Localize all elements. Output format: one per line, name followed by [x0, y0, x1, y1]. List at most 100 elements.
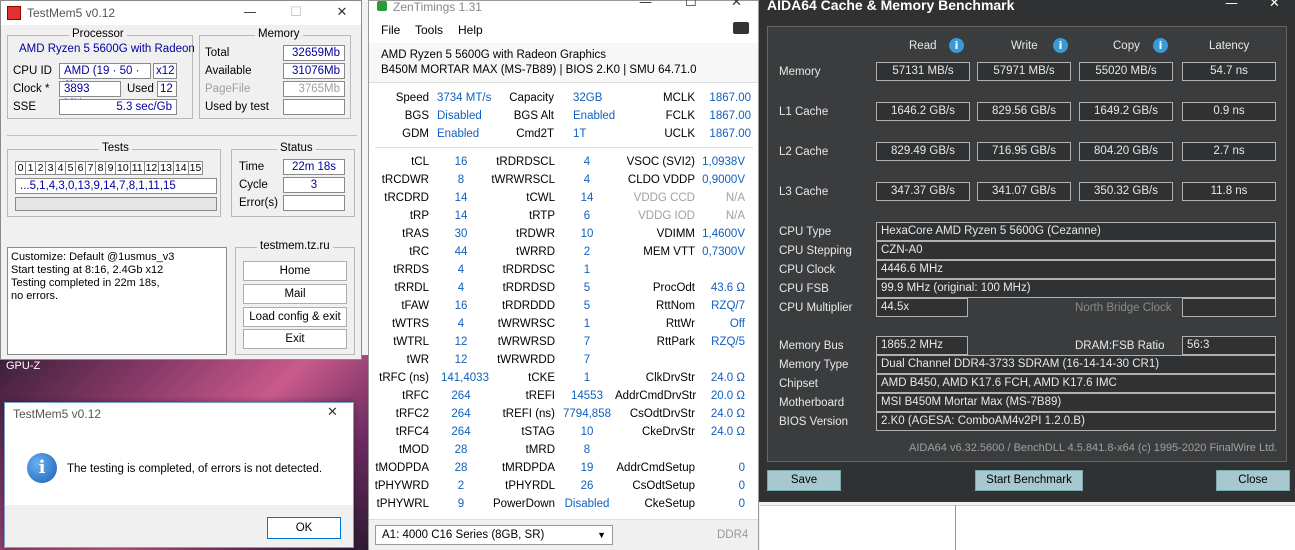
- zt-timing-value: 12: [454, 354, 468, 366]
- maximize-button[interactable]: ☐: [273, 1, 319, 25]
- tests-group-label: Tests: [99, 142, 132, 154]
- log-textbox[interactable]: Customize: Default @1usmus_v3 Start test…: [7, 247, 227, 355]
- zt-close-button[interactable]: ✕: [731, 0, 742, 10]
- zt-timing-value: 10: [580, 228, 594, 240]
- menu-tools[interactable]: Tools: [415, 23, 443, 37]
- dram-ratio-label: DRAM:FSB Ratio: [1075, 340, 1165, 352]
- zt-timing-label: tRCDRD: [384, 192, 429, 204]
- zt-timing-label: tRRDL: [394, 282, 429, 294]
- zt-top-value: Enabled: [573, 110, 616, 122]
- load-config-button[interactable]: Load config & exit: [243, 307, 347, 327]
- zt-top-label: Speed: [395, 92, 429, 104]
- close-button[interactable]: ✕: [319, 1, 365, 25]
- home-button[interactable]: Home: [243, 261, 347, 281]
- bench-cell: 829.49 GB/s: [876, 142, 970, 161]
- log-line: Testing completed in 22m 18s,: [11, 277, 160, 289]
- zt-timing-label: tMRD: [525, 444, 555, 456]
- minimize-button[interactable]: —: [227, 1, 273, 25]
- zt-top-value: 32GB: [573, 92, 603, 104]
- bench-cell: 350.32 GB/s: [1079, 182, 1173, 201]
- zt-timing-value: 4: [457, 264, 465, 276]
- zt-timing-value: 14: [454, 192, 468, 204]
- zt-top-label: BGS Alt: [513, 110, 554, 122]
- bench-cell: 341.07 GB/s: [977, 182, 1071, 201]
- mobo-label: Motherboard: [779, 397, 845, 409]
- zt-timing-label: tRDRDSC: [502, 264, 555, 276]
- zt-top-value: Disabled: [437, 110, 482, 122]
- available-label: Available: [205, 65, 252, 77]
- zt-timing-value: 9: [457, 498, 465, 510]
- dimm-select-value: A1: 4000 C16 Series (8GB, SR): [382, 529, 545, 541]
- zt-timing-label: tREFI: [525, 390, 555, 402]
- col-write-header: Write: [1011, 40, 1038, 52]
- dialog-close-button[interactable]: ✕: [327, 405, 338, 420]
- zt-timing-value: 24.0 Ω: [710, 408, 745, 420]
- used-value: 12: [157, 81, 177, 97]
- zt-titlebar[interactable]: ZenTimings 1.31: [369, 1, 758, 15]
- test-number-strip: 0 1 2 3 4 5 6 7 8 9 10 11 12 13 14 15: [15, 161, 204, 175]
- aida-minimize-button[interactable]: —: [1225, 0, 1238, 11]
- zentimings-window: ZenTimings 1.31 — ☐ ✕ File Tools Help AM…: [368, 0, 759, 550]
- info-icon: i: [27, 453, 57, 483]
- dialog-titlebar[interactable]: TestMem5 v0.12: [5, 403, 353, 425]
- zt-timing-value: 12: [454, 336, 468, 348]
- testmem-window: TestMem5 v0.12 — ☐ ✕ Processor AMD Ryzen…: [0, 0, 362, 360]
- cpu-mult-value: 44.5x: [876, 298, 968, 317]
- cpuid-value: AMD (19 · 50 · 0): [59, 63, 151, 92]
- zt-minimize-button[interactable]: —: [639, 0, 652, 10]
- zt-timing-label: tWTRL: [393, 336, 429, 348]
- dimm-select[interactable]: A1: 4000 C16 Series (8GB, SR) ▼: [375, 525, 613, 545]
- read-info-icon[interactable]: i: [949, 38, 964, 53]
- aida-close-button[interactable]: ✕: [1269, 0, 1280, 11]
- test-number: 14: [172, 161, 189, 175]
- zt-timing-value: 16: [454, 156, 468, 168]
- close-button[interactable]: Close: [1216, 470, 1290, 491]
- start-benchmark-button[interactable]: Start Benchmark: [975, 470, 1083, 491]
- save-button[interactable]: Save: [767, 470, 841, 491]
- zt-timing-label: tRFC: [402, 390, 429, 402]
- mem-bus-value: 1865.2 MHz: [876, 336, 968, 355]
- zt-timing-value: 1: [583, 372, 591, 384]
- write-info-icon[interactable]: i: [1053, 38, 1068, 53]
- zt-timing-value: 14: [580, 192, 594, 204]
- screenshot-icon[interactable]: [733, 22, 749, 34]
- zt-timing-label: tWRWRSD: [497, 336, 555, 348]
- zt-timing-label: tWRRD: [516, 246, 555, 258]
- log-line: Start testing at 8:16, 2.4Gb x12: [11, 264, 164, 276]
- zt-timing-label: tRDRDDD: [501, 300, 555, 312]
- zt-timing-value: RZQ/7: [711, 300, 745, 312]
- cpu-clock-label: CPU Clock: [779, 264, 836, 276]
- zt-timing-value: 2: [583, 246, 591, 258]
- test-sequence: ...5,1,4,3,0,13,9,14,7,8,1,11,15: [15, 178, 217, 194]
- bench-row-label: L2 Cache: [779, 146, 829, 158]
- zt-top-label: GDM: [402, 128, 429, 140]
- test-number: 11: [129, 161, 145, 175]
- zt-timing-value: 7794,858: [563, 408, 611, 420]
- time-label: Time: [239, 161, 265, 173]
- zt-timing-label: tRRDS: [393, 264, 429, 276]
- zt-timing-value: 2: [457, 480, 465, 492]
- zt-top-value: 1867.00: [709, 128, 751, 140]
- copy-info-icon[interactable]: i: [1153, 38, 1168, 53]
- zt-timing-value: 16: [454, 300, 468, 312]
- dialog-ok-button[interactable]: OK: [267, 517, 341, 539]
- aida-window: AIDA64 Cache & Memory Benchmark — ✕ Read…: [759, 0, 1295, 502]
- menu-file[interactable]: File: [381, 23, 400, 37]
- mail-button[interactable]: Mail: [243, 284, 347, 304]
- zt-timing-value: RZQ/5: [711, 336, 745, 348]
- clock-value: 3893 MHz: [59, 81, 121, 110]
- col-read-header: Read: [909, 40, 937, 52]
- zt-maximize-button[interactable]: ☐: [685, 0, 697, 10]
- zt-timing-label: tWR: [406, 354, 429, 366]
- bench-row-label: L3 Cache: [779, 186, 829, 198]
- zt-timing-value: 7: [583, 336, 591, 348]
- menu-help[interactable]: Help: [458, 23, 483, 37]
- cpu-stepping-label: CPU Stepping: [779, 245, 852, 257]
- zt-timing-value: 24.0 Ω: [710, 426, 745, 438]
- zt-timing-label: tRP: [409, 210, 429, 222]
- exit-button[interactable]: Exit: [243, 329, 347, 349]
- zt-timing-label: PowerDown: [493, 498, 555, 510]
- zt-timing-label: tRTP: [529, 210, 555, 222]
- zt-timing-value: 0: [738, 480, 745, 492]
- aida-title: AIDA64 Cache & Memory Benchmark: [767, 0, 1015, 13]
